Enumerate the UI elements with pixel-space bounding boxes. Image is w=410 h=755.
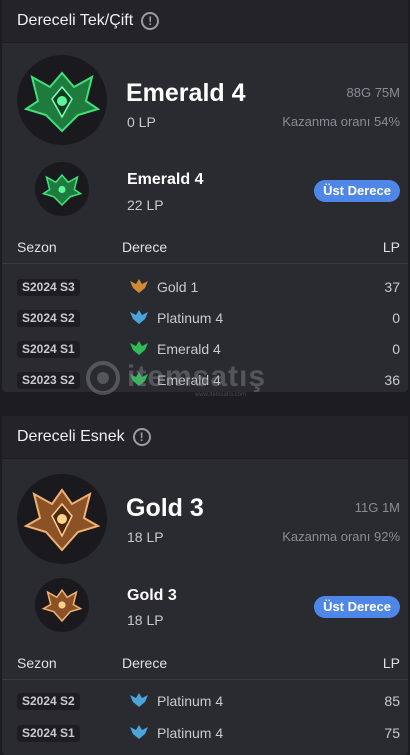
- emerald-tier-icon: [130, 372, 148, 386]
- tier-name: Platinum 4: [157, 310, 224, 326]
- gold-emblem-icon: [17, 474, 107, 564]
- table-row: S2024 S1 Platinum 4 75: [2, 718, 408, 750]
- tier-name: Gold 1: [157, 279, 199, 295]
- win-rate: Kazanma oranı 92%: [282, 529, 400, 544]
- peak-rank-title: Emerald 4: [127, 171, 204, 188]
- history-table-header: Sezon Derece LP: [2, 233, 408, 264]
- col-lp: LP: [382, 239, 400, 255]
- emerald-peak-emblem-icon: [35, 162, 89, 216]
- peak-rank-badge: Üst Derece: [314, 596, 400, 618]
- tier-name: Platinum 4: [157, 693, 224, 709]
- table-row: S2024 S2 Platinum 4 85: [2, 686, 408, 718]
- col-season: Sezon: [17, 655, 57, 671]
- ranked-flex-title: Dereceli Esnek: [17, 428, 125, 445]
- season-tag: S2024 S3: [17, 279, 80, 296]
- platinum-tier-icon: [130, 693, 148, 707]
- lp-value: 0: [392, 310, 400, 326]
- season-tag: S2024 S1: [17, 725, 80, 742]
- platinum-tier-icon: [130, 310, 148, 324]
- peak-rank-lp: 22 LP: [127, 197, 164, 213]
- season-tag: S2024 S1: [17, 341, 80, 358]
- history-table-header: Sezon Derece LP: [2, 649, 408, 680]
- lp-value: 37: [384, 279, 400, 295]
- lp-value: 0: [392, 341, 400, 357]
- rank-title: Emerald 4: [126, 79, 246, 107]
- col-tier: Derece: [122, 239, 168, 255]
- ranked-flex-header: Dereceli Esnek !: [2, 416, 408, 459]
- games-count: 88G 75M: [346, 85, 400, 100]
- peak-rank-title: Gold 3: [127, 587, 177, 604]
- col-season: Sezon: [17, 239, 57, 255]
- platinum-tier-icon: [130, 725, 148, 739]
- win-rate: Kazanma oranı 54%: [282, 114, 400, 129]
- peak-rank-badge: Üst Derece: [314, 180, 400, 202]
- ranked-flex-card: Dereceli Esnek ! Gold 3 18 LP 11G 1M Kaz…: [2, 416, 408, 755]
- rank-lp: 18 LP: [127, 529, 164, 545]
- ranked-solo-card: Dereceli Tek/Çift ! Emerald 4 0 LP 88G 7…: [2, 0, 408, 392]
- emerald-tier-icon: [130, 341, 148, 355]
- col-tier: Derece: [122, 655, 168, 671]
- table-row: S2024 S2 Platinum 4 0: [2, 303, 408, 335]
- rank-lp: 0 LP: [127, 114, 156, 130]
- lp-value: 36: [384, 372, 400, 388]
- season-tag: S2024 S2: [17, 310, 80, 327]
- info-icon[interactable]: !: [141, 12, 160, 30]
- table-row: S2023 S2 Emerald 4 36: [2, 365, 408, 397]
- rank-title: Gold 3: [126, 494, 204, 522]
- col-lp: LP: [382, 655, 400, 671]
- season-tag: S2023 S2: [17, 372, 80, 389]
- table-row: S2024 S1 Emerald 4 0: [2, 334, 408, 366]
- lp-value: 85: [384, 693, 400, 709]
- current-rank-row: Gold 3 18 LP 11G 1M Kazanma oranı 92%: [2, 466, 408, 566]
- tier-name: Emerald 4: [157, 341, 221, 357]
- gold-tier-icon: [130, 279, 148, 293]
- info-icon[interactable]: !: [132, 428, 151, 446]
- current-rank-row: Emerald 4 0 LP 88G 75M Kazanma oranı 54%: [2, 50, 408, 150]
- table-row: S2024 S3 Gold 1 37: [2, 272, 408, 304]
- peak-rank-lp: 18 LP: [127, 612, 164, 628]
- tier-name: Emerald 4: [157, 372, 221, 388]
- lp-value: 75: [384, 725, 400, 741]
- emerald-emblem-icon: [17, 55, 107, 145]
- games-count: 11G 1M: [354, 500, 400, 515]
- ranked-solo-title: Dereceli Tek/Çift: [17, 12, 134, 29]
- gold-peak-emblem-icon: [35, 578, 89, 632]
- season-tag: S2024 S2: [17, 693, 80, 710]
- tier-name: Platinum 4: [157, 725, 224, 741]
- ranked-solo-header: Dereceli Tek/Çift !: [2, 0, 408, 43]
